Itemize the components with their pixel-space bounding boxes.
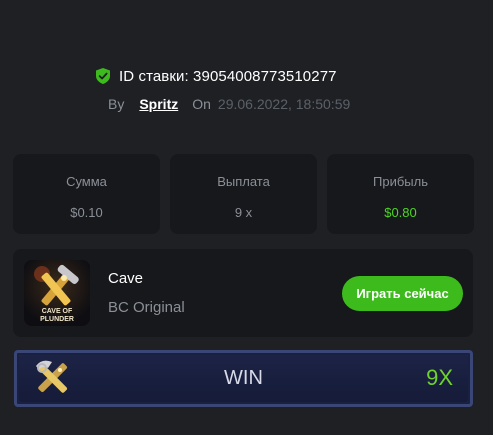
game-thumbnail[interactable]: CAVE OF PLUNDER: [24, 260, 90, 326]
verified-shield-icon: [96, 68, 110, 84]
bet-id-text: ID ставки: 39054008773510277: [119, 67, 337, 85]
cave-of-plunder-logo: CAVE OF PLUNDER: [24, 260, 90, 326]
stat-profit-value: $0.80: [384, 205, 417, 220]
game-provider: BC Original: [108, 299, 185, 316]
game-card: CAVE OF PLUNDER Cave BC Original Играть …: [13, 249, 473, 337]
stat-amount: Сумма $0.10: [13, 154, 160, 234]
win-multiplier: 9X: [426, 365, 453, 390]
stat-profit: Прибыль $0.80: [327, 154, 474, 234]
thumb-caption-1: CAVE OF: [42, 308, 73, 315]
stat-payout-value: 9 x: [234, 205, 253, 220]
stat-payout-label: Выплата: [217, 174, 270, 189]
stat-amount-value: $0.10: [70, 205, 103, 220]
thumb-caption-2: PLUNDER: [40, 316, 74, 323]
stat-profit-label: Прибыль: [373, 174, 428, 189]
bet-datetime: 29.06.2022, 18:50:59: [217, 96, 351, 112]
win-label: WIN: [224, 367, 263, 389]
by-label: By: [108, 96, 125, 112]
play-now-button[interactable]: Играть сейчас: [342, 276, 463, 311]
bet-meta-row: By Spritz On 29.06.2022, 18:50:59: [108, 95, 350, 113]
bet-id-row: ID ставки: 39054008773510277: [96, 66, 337, 86]
stat-payout: Выплата 9 x: [170, 154, 317, 234]
username-link[interactable]: Spritz: [139, 96, 178, 112]
game-name[interactable]: Cave: [108, 270, 143, 287]
stat-amount-label: Сумма: [66, 174, 107, 189]
win-banner: WIN 9X: [14, 350, 473, 407]
on-label: On: [192, 96, 211, 112]
